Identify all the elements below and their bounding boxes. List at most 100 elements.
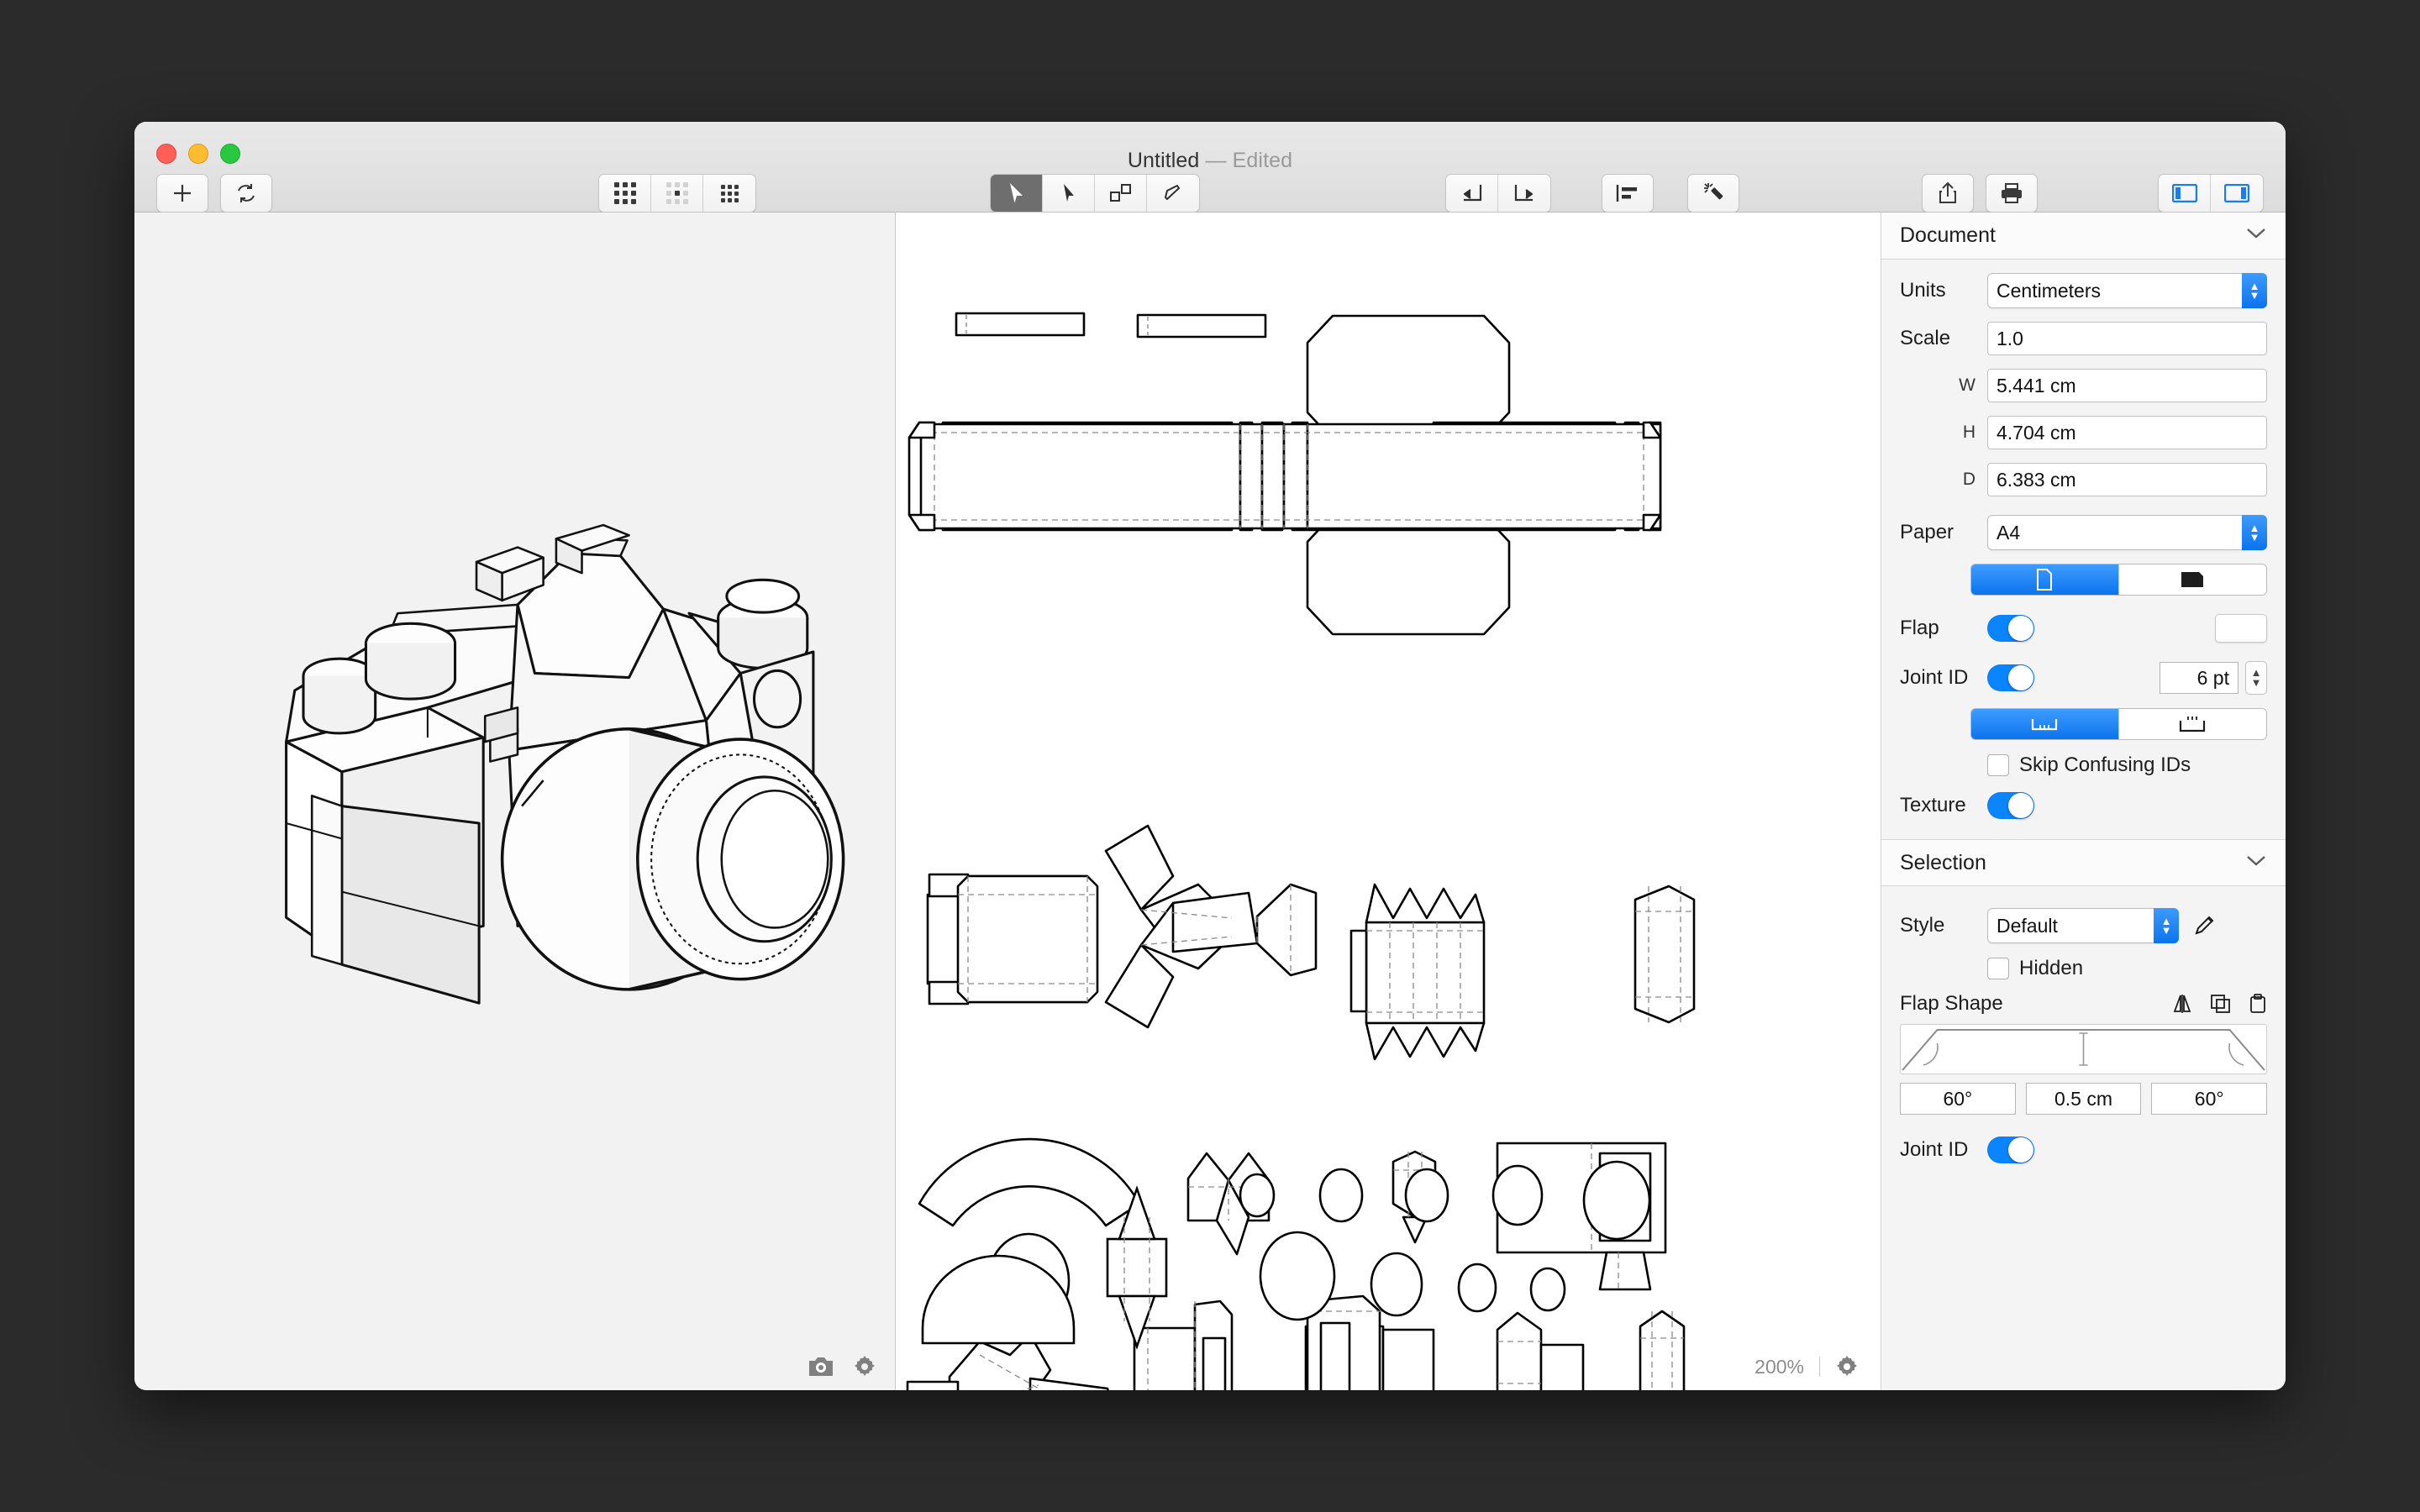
flap-angle-left-input[interactable]: 60° [1900,1083,2016,1115]
gear-icon[interactable] [1835,1355,1859,1378]
portrait-option[interactable] [1970,564,2119,595]
selection-joint-id-label: Joint ID [1900,1138,1969,1161]
width-input[interactable]: 5.441 cm [1987,369,2267,402]
scale-row: Scale 1.0 [1900,322,2267,355]
landscape-option[interactable] [2118,564,2266,595]
toggle-right-panel[interactable] [2211,175,2263,212]
view-all-faces[interactable] [599,175,651,212]
joint-outside-icon [2178,716,2207,732]
chevron-updown-icon[interactable]: ▲ ▼ [2242,515,2267,550]
content-area: 200% Document Units Centimeters ▲ ▼ Scal… [134,213,2286,1390]
joint-id-label: Joint ID [1900,666,1969,689]
selection-section-title: Selection [1900,850,1986,874]
height-input[interactable]: 4.704 cm [1987,416,2267,449]
orientation-row [1900,564,2267,596]
flap-shape-preview-button[interactable] [2215,614,2267,643]
chevron-down-icon[interactable] [2245,854,2267,868]
orientation-segmented-control[interactable] [1970,564,2267,596]
joint-inside-option[interactable] [1970,709,2119,739]
direct-select-tool[interactable] [1043,175,1095,212]
auto-unfold-button[interactable] [1687,174,1739,213]
skip-confusing-ids-row[interactable]: Skip Confusing IDs [1987,753,2267,777]
scale-label: Scale [1900,327,1951,349]
refresh-button[interactable] [220,174,272,213]
flap-shape-values: 60° 0.5 cm 60° [1900,1083,2268,1115]
joint-id-size-input[interactable]: 6 pt [2160,662,2238,694]
preview-controls[interactable] [808,1355,876,1378]
rotate-group[interactable] [1445,174,1551,213]
circle-parts-group[interactable] [896,1133,1881,1385]
hidden-row[interactable]: Hidden [1987,957,2267,980]
depth-input[interactable]: 6.383 cm [1987,463,2267,496]
style-select[interactable]: Default ▲ ▼ [1987,908,2179,943]
grid-full-icon [613,182,636,204]
chevron-updown-icon[interactable]: ▲ ▼ [2154,908,2179,943]
panel-left-icon [2171,184,2197,202]
flap-angle-left-value: 60° [1943,1087,1973,1110]
mirror-icon[interactable] [2171,994,2193,1014]
view-mode-group[interactable] [598,174,756,213]
flap-height-input[interactable]: 0.5 cm [2025,1083,2142,1115]
flap-angle-right-input[interactable]: 60° [2151,1083,2268,1115]
gear-icon[interactable] [853,1355,876,1378]
add-button[interactable] [156,174,208,213]
inspector-panel[interactable]: Document Units Centimeters ▲ ▼ Scale 1.0… [1881,213,2286,1390]
panel-toggle-group[interactable] [2158,174,2264,213]
rotate-right-button[interactable] [1498,175,1550,212]
toggle-knob [2008,793,2033,818]
toggle-knob [2008,665,2033,690]
magic-wand-icon [1702,181,1725,205]
skip-confusing-ids-checkbox[interactable] [1987,754,2009,776]
flap-tool[interactable] [1147,175,1199,212]
share-button[interactable] [1922,174,1974,213]
title-bar: Untitled — Edited [134,122,2286,213]
flap-angle-right-value: 60° [2194,1087,2224,1110]
document-section-body: Units Centimeters ▲▼ Scale 1.0 W 5.441 [1881,260,2286,839]
view-dense-grid[interactable] [703,175,755,212]
unfold-canvas[interactable]: 200% [896,213,1881,1390]
selection-section-header[interactable]: Selection [1881,839,2286,886]
page-portrait-icon [2036,569,2053,591]
chevron-down-icon[interactable] [2245,227,2267,240]
panel-right-icon [2224,184,2249,202]
copy-icon[interactable] [2210,994,2232,1014]
pencil-icon[interactable] [2194,915,2216,937]
view-selected-face[interactable] [651,175,703,212]
grid-center-icon [666,182,688,204]
flap-shape-preview[interactable] [1900,1024,2267,1074]
separate-tool[interactable] [1095,175,1147,212]
hidden-checkbox[interactable] [1987,958,2009,979]
flap-toggle[interactable] [1987,615,2034,642]
paper-select[interactable]: A4 ▲ ▼ [1987,515,2267,550]
tools-group[interactable] [990,174,1200,213]
selection-joint-id-toggle[interactable] [1987,1137,2034,1163]
arrow-filled-icon [1008,182,1025,204]
skip-confusing-ids-label: Skip Confusing IDs [2019,753,2191,776]
units-select[interactable]: Centimeters ▲ ▼ [1987,273,2267,308]
toggle-left-panel[interactable] [2159,175,2211,212]
document-title: Untitled [1127,149,1200,172]
status-divider [1819,1357,1820,1377]
rotate-left-button[interactable] [1446,175,1498,212]
flap-height-value: 0.5 cm [2054,1087,2113,1110]
select-tool[interactable] [991,175,1043,212]
height-label: H [1962,423,1975,442]
camera-icon[interactable] [808,1356,834,1378]
chevron-updown-icon[interactable]: ▲ ▼ [2242,273,2267,308]
style-row: Style Default ▲ ▼ [1900,908,2267,943]
scale-input[interactable]: 1.0 [1987,322,2267,355]
align-button[interactable] [1602,174,1654,213]
width-label: W [1959,375,1975,395]
camera-3d-model[interactable] [134,213,896,1390]
rotate-cw-icon [1512,182,1536,204]
document-section-header[interactable]: Document [1881,213,2286,260]
joint-id-size-stepper[interactable]: ▲ ▼ [2245,661,2267,695]
print-button[interactable] [1986,174,2038,213]
paste-icon[interactable] [2249,994,2267,1014]
joint-id-toggle[interactable] [1987,664,2034,691]
texture-toggle[interactable] [1987,792,2034,819]
joint-outside-option[interactable] [2118,709,2266,739]
model-preview-pane[interactable] [134,213,896,1390]
joint-style-segmented-control[interactable] [1970,708,2267,740]
flap-shape-header: Flap Shape [1900,992,2267,1016]
